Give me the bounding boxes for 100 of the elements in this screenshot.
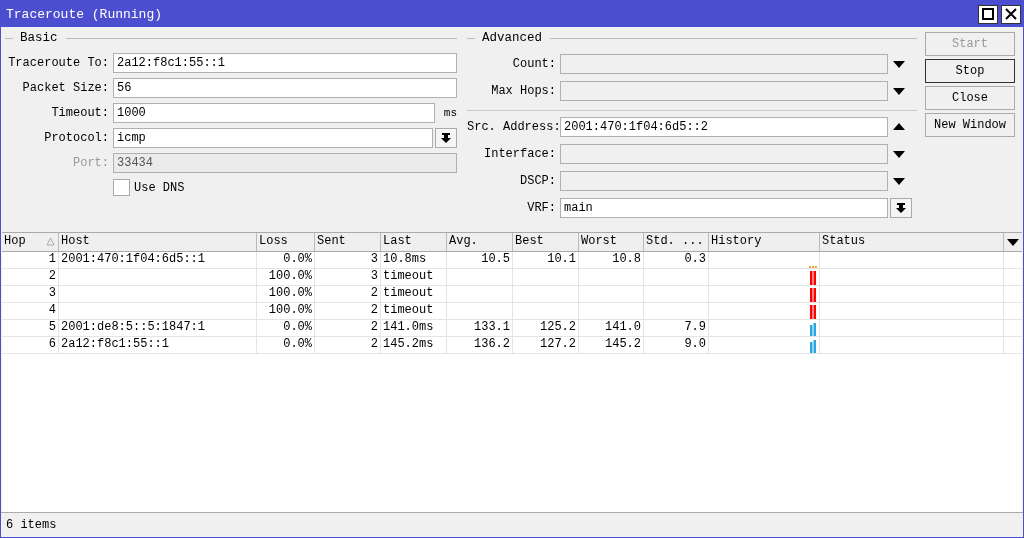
table-cell: 141.0 xyxy=(605,320,641,334)
table-cell: 100.0% xyxy=(268,286,312,300)
arrow-down-icon xyxy=(441,132,451,143)
field-label: VRF: xyxy=(526,200,557,215)
table-cell: 0.0% xyxy=(283,320,312,334)
maximize-button[interactable] xyxy=(978,4,998,24)
table-cell: 1 xyxy=(48,252,56,266)
table-cell: 2 xyxy=(370,286,378,300)
table-cell: 2 xyxy=(48,269,56,283)
table-cell: timeout xyxy=(383,286,434,300)
checkbox[interactable] xyxy=(113,179,130,196)
close-button[interactable] xyxy=(1001,4,1021,24)
table-cell: 145.2 xyxy=(605,337,641,351)
field-label: Packet Size: xyxy=(21,80,110,95)
table-cell: 100.0% xyxy=(268,269,312,283)
dropdown-button[interactable] xyxy=(435,127,457,148)
table-cell: 2a12:f8c1:55::1 xyxy=(61,337,170,351)
field-label: Max Hops: xyxy=(490,83,557,98)
table-cell: 4 xyxy=(48,303,56,317)
table-row[interactable]: 2 100.0% 3 timeout xyxy=(2,269,1022,286)
action-button[interactable]: Close xyxy=(925,86,1015,110)
action-button[interactable]: New Window xyxy=(925,113,1015,137)
table-cell: 127.2 xyxy=(540,337,576,351)
table-cell: 2001:470:1f04:6d5::1 xyxy=(61,252,206,266)
expand-icon[interactable] xyxy=(892,85,906,96)
table-cell: 100.0% xyxy=(268,303,312,317)
field-label: Traceroute To: xyxy=(7,55,110,70)
table-cell: 141.0ms xyxy=(383,320,434,334)
column-header[interactable]: Status xyxy=(820,233,1004,251)
field-label: Port: xyxy=(72,155,110,170)
field-label: Src. Address: xyxy=(467,119,560,134)
table-cell: 0.3 xyxy=(684,252,706,266)
input-field[interactable]: 2001:470:1f04:6d5::2 xyxy=(560,116,888,137)
table-cell: 2 xyxy=(370,320,378,334)
column-header[interactable]: Loss xyxy=(257,233,315,251)
dropdown-icon xyxy=(1007,238,1019,246)
input-field[interactable]: 56 xyxy=(113,77,457,98)
group-title: Advanced xyxy=(482,31,542,45)
unit-label: ms xyxy=(442,106,457,119)
field-label: DSCP: xyxy=(519,173,557,188)
table-row[interactable]: 1 2001:470:1f04:6d5::1 0.0% 3 10.8ms 10.5 10.1 10.8 0.3 xyxy=(2,252,1022,269)
table-row[interactable]: 5 2001:de8:5::5:1847:1 0.0% 2 141.0ms 133.1 125.2 141.0 7.9 xyxy=(2,320,1022,337)
column-header[interactable]: Last xyxy=(381,233,447,251)
expand-icon[interactable] xyxy=(892,58,906,69)
input-field[interactable]: icmp xyxy=(113,127,433,148)
column-header[interactable]: Avg. xyxy=(447,233,513,251)
table-cell: 10.5 xyxy=(481,252,510,266)
table-cell: 9.0 xyxy=(684,337,706,351)
table-cell: 7.9 xyxy=(684,320,706,334)
column-header[interactable]: Worst xyxy=(579,233,644,251)
collapse-icon[interactable] xyxy=(892,121,906,132)
table-row[interactable]: 6 2a12:f8c1:55::1 0.0% 2 145.2ms 136.2 127.2 145.2 9.0 xyxy=(2,337,1022,354)
table-cell: 5 xyxy=(48,320,56,334)
field-label: Timeout: xyxy=(50,105,110,120)
column-header[interactable]: Sent xyxy=(315,233,381,251)
column-header[interactable]: Std. ... xyxy=(644,233,709,251)
table-row[interactable]: 4 100.0% 2 timeout xyxy=(2,303,1022,320)
input-field[interactable]: 1000 xyxy=(113,102,435,123)
input-field[interactable] xyxy=(560,80,888,101)
table-cell: 10.8ms xyxy=(383,252,427,266)
expand-icon[interactable] xyxy=(892,148,906,159)
arrow-down-icon xyxy=(896,202,906,213)
table-cell: 125.2 xyxy=(540,320,576,334)
table-cell: 3 xyxy=(48,286,56,300)
table-cell: 2001:de8:5::5:1847:1 xyxy=(61,320,206,334)
table-row[interactable]: 3 100.0% 2 timeout xyxy=(2,286,1022,303)
field-label: Interface: xyxy=(483,146,557,161)
table-cell: 6 xyxy=(48,337,56,351)
input-field[interactable] xyxy=(560,53,888,74)
sort-icon xyxy=(46,237,55,246)
table-cell: 0.0% xyxy=(283,252,312,266)
input-field[interactable]: 2a12:f8c1:55::1 xyxy=(113,52,457,73)
table-cell: 3 xyxy=(370,269,378,283)
table-cell: 136.2 xyxy=(474,337,510,351)
column-header[interactable]: Hop xyxy=(2,233,59,251)
input-field[interactable] xyxy=(560,170,888,191)
input-field[interactable]: main xyxy=(560,197,888,218)
table-cell: 145.2ms xyxy=(383,337,434,351)
table-cell: timeout xyxy=(383,303,434,317)
column-header[interactable]: Host xyxy=(59,233,257,251)
field-label: Protocol: xyxy=(43,130,110,145)
item-count: 6 items xyxy=(6,518,57,532)
window-title: Traceroute (Running) xyxy=(6,6,163,22)
column-header[interactable]: Best xyxy=(513,233,579,251)
table-cell: 3 xyxy=(370,252,378,266)
table-cell: 133.1 xyxy=(474,320,510,334)
table-cell: 2 xyxy=(370,337,378,351)
table-cell: 0.0% xyxy=(283,337,312,351)
input-field[interactable] xyxy=(560,143,888,164)
maximize-icon xyxy=(982,8,994,20)
table-cell: 2 xyxy=(370,303,378,317)
table-cell: 10.8 xyxy=(612,252,641,266)
table-cell: timeout xyxy=(383,269,434,283)
dropdown-button[interactable] xyxy=(890,197,912,218)
expand-icon[interactable] xyxy=(892,175,906,186)
table-cell: 10.1 xyxy=(547,252,576,266)
close-icon xyxy=(1005,8,1017,20)
action-button[interactable]: Stop xyxy=(925,59,1015,83)
column-header[interactable]: History xyxy=(709,233,820,251)
field-label: Count: xyxy=(511,56,557,71)
